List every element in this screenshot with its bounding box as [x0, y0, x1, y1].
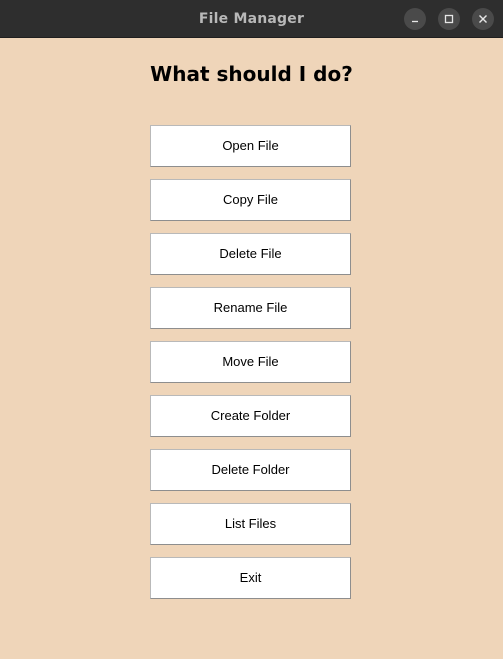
exit-button[interactable]: Exit — [150, 557, 351, 599]
close-button[interactable] — [472, 8, 494, 30]
maximize-button[interactable] — [438, 8, 460, 30]
title-bar[interactable]: File Manager — [0, 0, 503, 38]
create-folder-button[interactable]: Create Folder — [150, 395, 351, 437]
open-file-button[interactable]: Open File — [150, 125, 351, 167]
copy-file-button[interactable]: Copy File — [150, 179, 351, 221]
window-title: File Manager — [198, 11, 305, 27]
close-icon — [479, 15, 487, 23]
minimize-button[interactable] — [404, 8, 426, 30]
rename-file-button[interactable]: Rename File — [150, 287, 351, 329]
maximize-icon — [444, 14, 454, 24]
delete-file-button[interactable]: Delete File — [150, 233, 351, 275]
app-window: File Manager What should I do? Open File… — [0, 0, 503, 659]
action-menu: Open File Copy File Delete File Rename F… — [150, 125, 351, 611]
minimize-icon — [412, 20, 418, 23]
move-file-button[interactable]: Move File — [150, 341, 351, 383]
delete-folder-button[interactable]: Delete Folder — [150, 449, 351, 491]
list-files-button[interactable]: List Files — [150, 503, 351, 545]
page-heading: What should I do? — [150, 62, 353, 86]
